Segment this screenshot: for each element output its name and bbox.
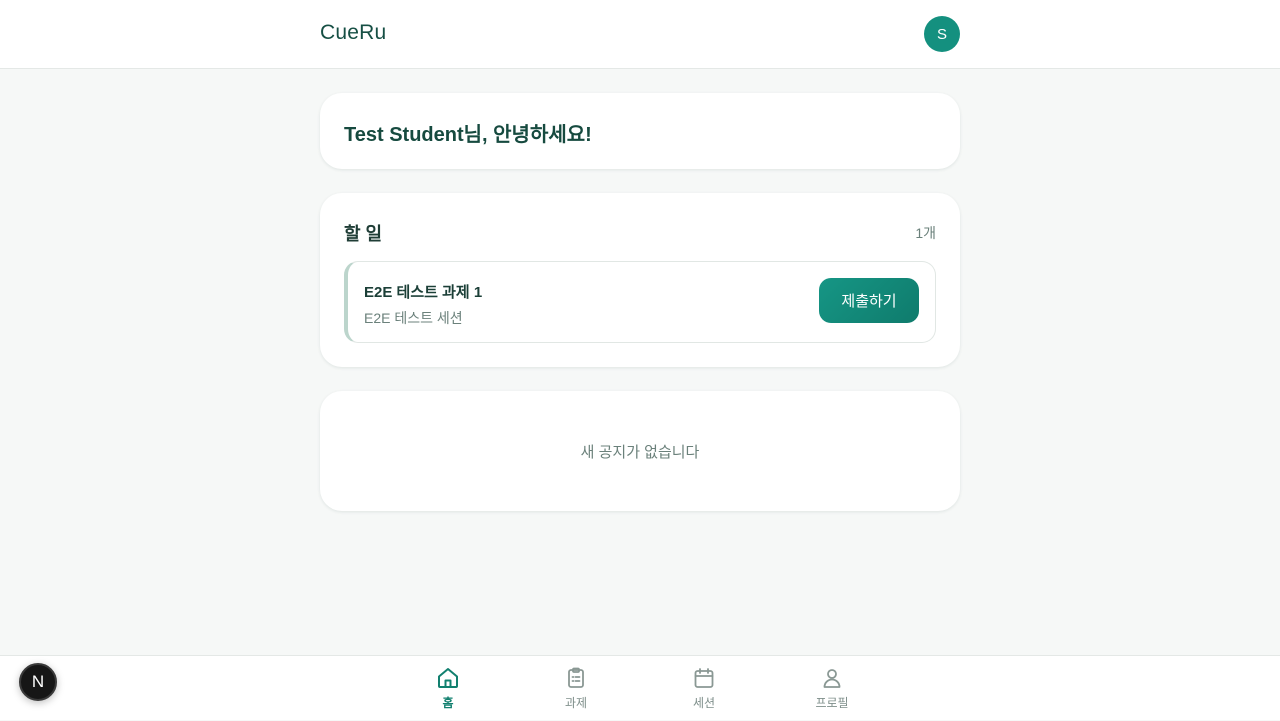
greeting-text: Test Student님, 안녕하세요! bbox=[344, 124, 592, 146]
home-icon bbox=[438, 668, 458, 688]
nav-label-profile: 프로필 bbox=[815, 696, 849, 710]
user-icon bbox=[823, 669, 841, 688]
nav-label-home: 홈 bbox=[442, 696, 454, 710]
nav-item-profile[interactable]: 프로필 bbox=[768, 656, 896, 721]
todo-title: 할 일 bbox=[344, 224, 383, 244]
nav-item-home[interactable]: 홈 bbox=[384, 656, 512, 721]
bottom-navigation: 홈 과제 세션 프로필 bbox=[0, 655, 1280, 720]
top-app-bar: CueRu S bbox=[0, 0, 1280, 69]
task-session-name: E2E 테스트 세션 bbox=[364, 310, 463, 326]
calendar-icon bbox=[694, 668, 714, 688]
notice-empty-message: 새 공지가 없습니다 bbox=[580, 444, 700, 461]
submit-button[interactable]: 제출하기 bbox=[819, 278, 919, 323]
nav-item-sessions[interactable]: 세션 bbox=[640, 656, 768, 721]
nav-label-sessions: 세션 bbox=[692, 696, 716, 710]
dev-tools-badge[interactable]: N bbox=[19, 663, 57, 701]
user-avatar[interactable]: S bbox=[924, 16, 960, 52]
todo-count-badge: 1개 bbox=[915, 225, 936, 241]
nav-label-assignments: 과제 bbox=[564, 696, 588, 710]
nav-item-assignments[interactable]: 과제 bbox=[512, 656, 640, 721]
greeting-card: Test Student님, 안녕하세요! bbox=[320, 93, 960, 169]
todo-task-item[interactable]: E2E 테스트 과제 1 E2E 테스트 세션 제출하기 bbox=[344, 261, 936, 343]
clipboard-icon bbox=[568, 667, 584, 688]
todo-card: 할 일 1개 E2E 테스트 과제 1 E2E 테스트 세션 제출하기 bbox=[320, 193, 960, 367]
task-name: E2E 테스트 과제 1 bbox=[364, 284, 483, 301]
app-logo-text[interactable]: CueRu bbox=[320, 21, 386, 45]
notice-card: 새 공지가 없습니다 bbox=[320, 391, 960, 511]
